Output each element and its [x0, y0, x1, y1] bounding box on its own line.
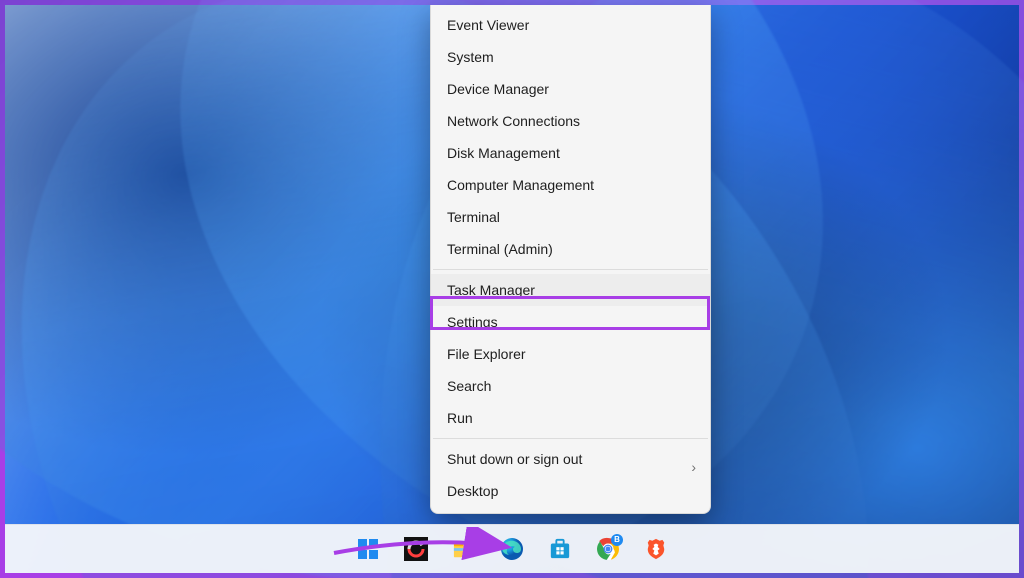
menu-separator [433, 438, 708, 439]
menu-item-search[interactable]: Search [431, 370, 710, 402]
menu-item-run[interactable]: Run [431, 402, 710, 434]
menu-item-disk-management[interactable]: Disk Management [431, 137, 710, 169]
start-button[interactable] [349, 530, 387, 568]
menu-item-terminal-admin[interactable]: Terminal (Admin) [431, 233, 710, 265]
menu-separator [433, 269, 708, 270]
menu-item-settings[interactable]: Settings [431, 306, 710, 338]
menu-item-task-manager[interactable]: Task Manager [431, 274, 710, 306]
menu-item-computer-management[interactable]: Computer Management [431, 169, 710, 201]
taskbar-app-loader[interactable] [397, 530, 435, 568]
winx-context-menu: Event Viewer System Device Manager Netwo… [430, 5, 711, 514]
taskbar-app-file-explorer[interactable] [445, 530, 483, 568]
taskbar-app-edge[interactable] [493, 530, 531, 568]
taskbar-app-ms-store[interactable] [541, 530, 579, 568]
menu-item-system[interactable]: System [431, 41, 710, 73]
menu-item-shutdown[interactable]: Shut down or sign out › [431, 443, 710, 475]
menu-item-event-viewer[interactable]: Event Viewer [431, 9, 710, 41]
menu-item-desktop[interactable]: Desktop [431, 475, 710, 507]
taskbar-app-brave[interactable] [637, 530, 675, 568]
menu-item-file-explorer[interactable]: File Explorer [431, 338, 710, 370]
badge-icon: B [611, 534, 623, 546]
taskbar-app-chrome[interactable]: B [589, 530, 627, 568]
menu-item-network-connections[interactable]: Network Connections [431, 105, 710, 137]
menu-item-device-manager[interactable]: Device Manager [431, 73, 710, 105]
taskbar: B [5, 524, 1019, 573]
menu-item-terminal[interactable]: Terminal [431, 201, 710, 233]
